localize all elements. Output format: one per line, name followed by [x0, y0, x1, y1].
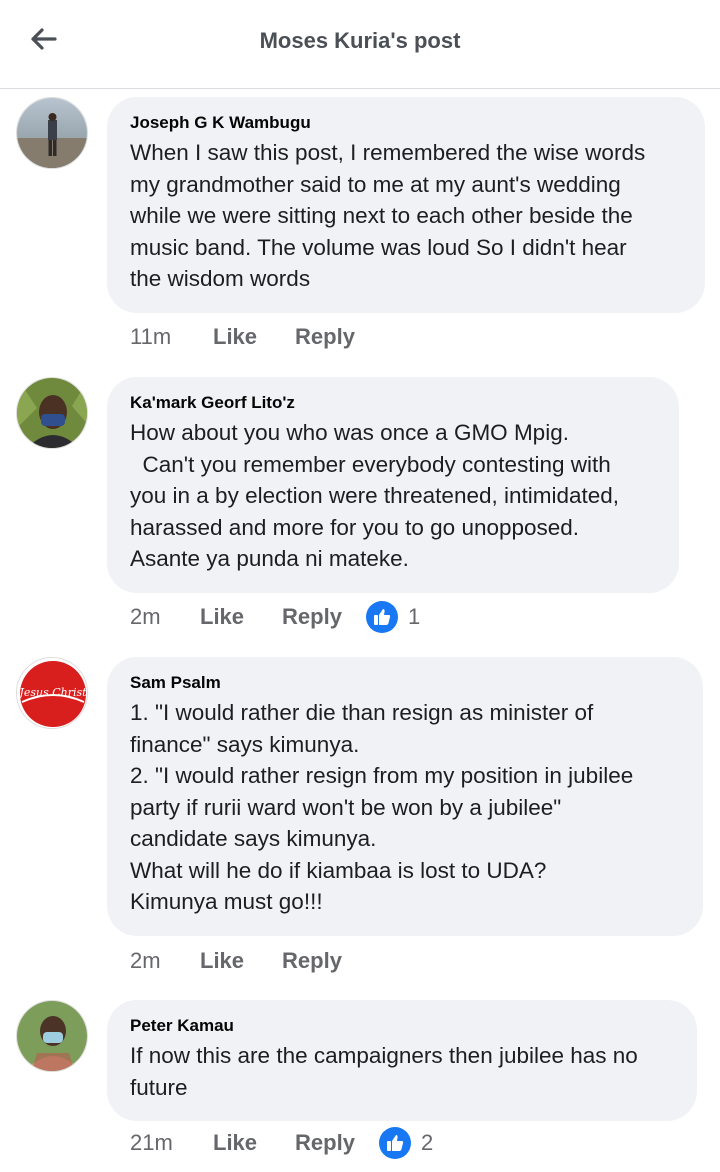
page-title: Moses Kuria's post [259, 28, 461, 53]
reply-button[interactable]: Reply [295, 1130, 355, 1156]
comment-time[interactable]: 2m [130, 604, 200, 630]
reply-button[interactable]: Reply [295, 324, 355, 350]
comment-text: How about you who was once a GMO Mpig. C… [130, 420, 620, 571]
reply-button[interactable]: Reply [282, 604, 342, 630]
top-bar: Moses Kuria's post [0, 0, 720, 89]
reaction-summary[interactable]: 2 [378, 1127, 434, 1159]
avatar[interactable] [16, 377, 88, 449]
reply-button[interactable]: Reply [282, 948, 342, 974]
comment-bubble: Peter Kamau If now this are the campaign… [107, 1000, 697, 1121]
comment-text: If now this are the campaigners then jub… [130, 1043, 638, 1100]
avatar[interactable]: Jesus Christ [16, 657, 88, 729]
comment-bubble: Ka'mark Georf Lito'z How about you who w… [107, 377, 679, 593]
avatar-photo-icon [17, 98, 87, 168]
avatar[interactable] [16, 97, 88, 169]
comment-actions: 21m Like Reply 2 [130, 1127, 434, 1159]
comment-time[interactable]: 11m [130, 324, 213, 350]
like-button[interactable]: Like [200, 604, 244, 630]
avatar-photo-icon [17, 1001, 87, 1071]
avatar-logo-text: Jesus Christ [17, 686, 87, 699]
comment-time[interactable]: 2m [130, 948, 200, 974]
avatar[interactable] [16, 1000, 88, 1072]
like-button[interactable]: Like [213, 324, 257, 350]
comment-actions: 2m Like Reply [130, 946, 380, 976]
comment-bubble: Sam Psalm 1. "I would rather die than re… [107, 657, 703, 936]
comment-author[interactable]: Joseph G K Wambugu [130, 113, 681, 133]
comment-actions: 11m Like Reply [130, 322, 393, 352]
thumbs-up-icon [365, 601, 398, 633]
jesus-christ-logo-avatar: Jesus Christ [17, 658, 87, 728]
reaction-count: 1 [407, 604, 421, 629]
reaction-count: 2 [420, 1130, 434, 1155]
avatar-photo-icon [17, 378, 87, 448]
thumbs-up-icon [378, 1127, 411, 1159]
comment-text: 1. "I would rather die than resign as mi… [130, 700, 634, 914]
comment-actions: 2m Like Reply 1 [130, 601, 421, 633]
comment-author[interactable]: Peter Kamau [130, 1016, 673, 1036]
comment-author[interactable]: Sam Psalm [130, 673, 679, 693]
like-button[interactable]: Like [213, 1130, 257, 1156]
reaction-summary[interactable]: 1 [365, 601, 421, 633]
comment-time[interactable]: 21m [130, 1130, 213, 1156]
comment-author[interactable]: Ka'mark Georf Lito'z [130, 393, 655, 413]
comment-bubble: Joseph G K Wambugu When I saw this post,… [107, 97, 705, 313]
comment-text: When I saw this post, I remembered the w… [130, 140, 646, 291]
like-button[interactable]: Like [200, 948, 244, 974]
